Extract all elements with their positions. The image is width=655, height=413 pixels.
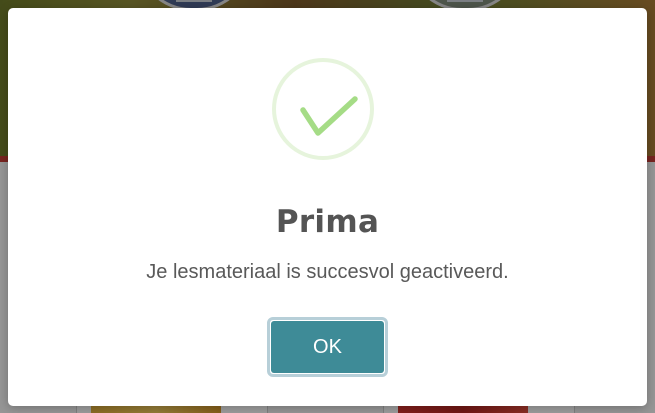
ok-button[interactable]: OK xyxy=(267,317,388,377)
dialog-title: Prima xyxy=(275,204,380,240)
success-dialog: Prima Je lesmateriaal is succesvol geact… xyxy=(8,8,647,406)
dialog-message: Je lesmateriaal is succesvol geactiveerd… xyxy=(146,261,509,283)
checkmark-icon xyxy=(300,96,358,136)
ok-button-label: OK xyxy=(271,321,384,373)
success-checkmark-icon xyxy=(272,58,374,160)
